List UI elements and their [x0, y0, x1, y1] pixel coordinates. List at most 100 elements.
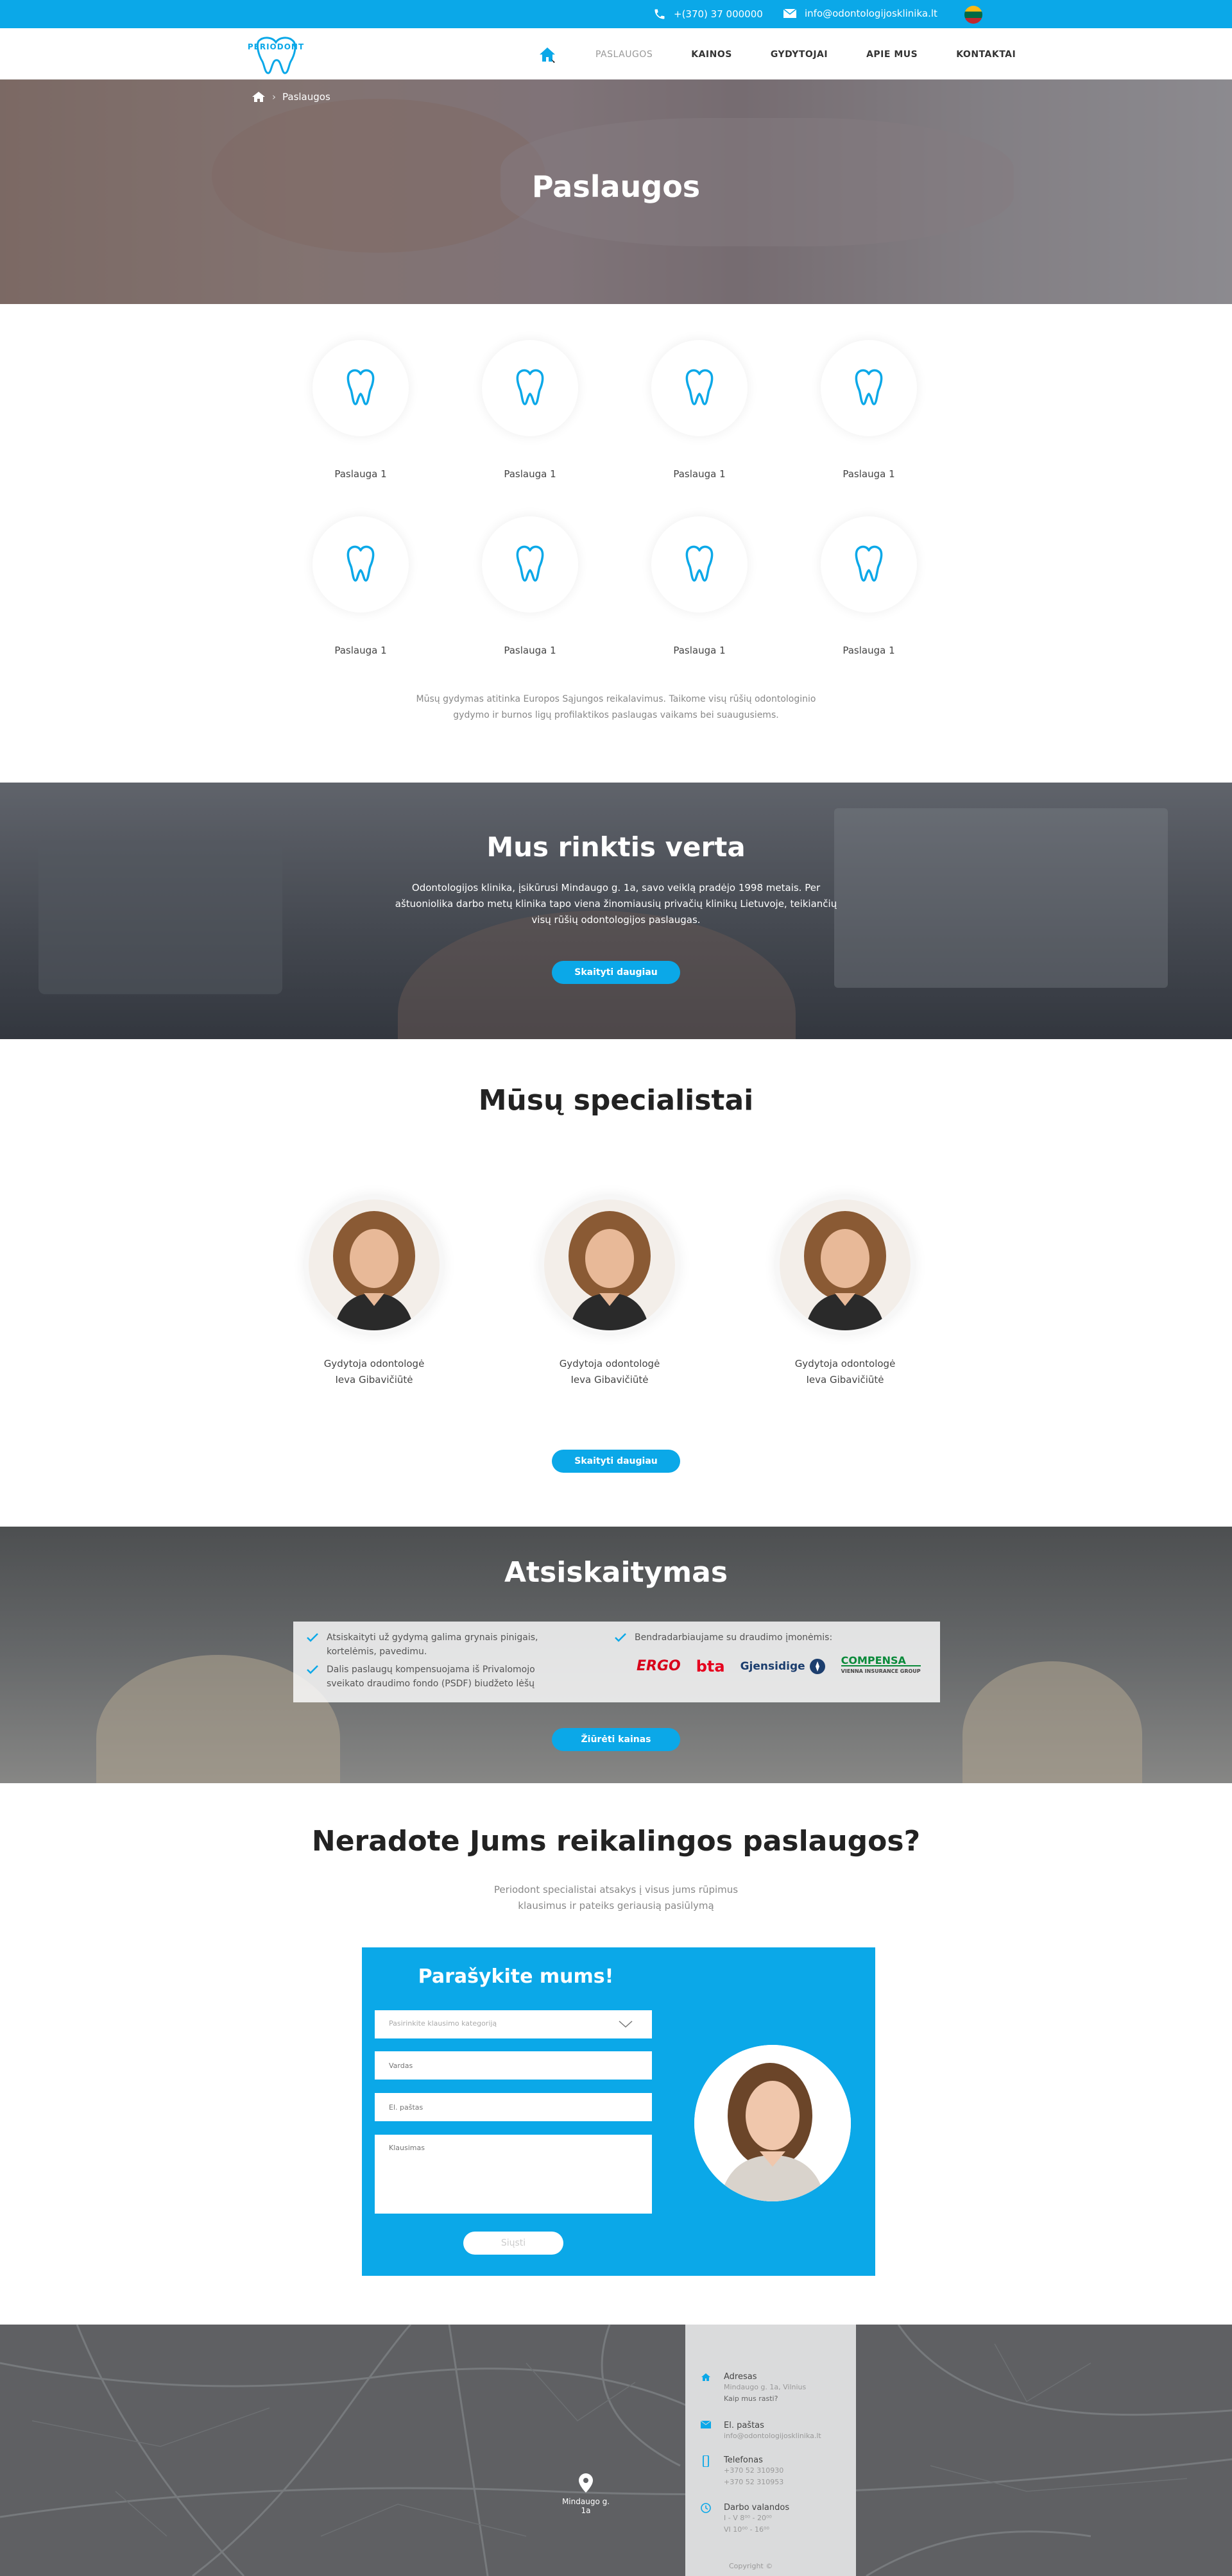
service-card[interactable]: Paslauga 1	[479, 516, 581, 656]
breadcrumb: › Paslaugos	[252, 91, 330, 103]
ergo-logo[interactable]: ERGO	[637, 1658, 681, 1674]
specialist-role: Gydytoja odontologė	[323, 1358, 425, 1369]
service-label: Paslauga 1	[504, 468, 556, 480]
email-field[interactable]	[375, 2093, 652, 2121]
service-card[interactable]: Paslauga 1	[817, 340, 920, 480]
specialist-fullname: Ieva Gibavičiūtė	[335, 1374, 413, 1385]
breadcrumb-current: Paslaugos	[282, 91, 330, 103]
service-card[interactable]: Paslauga 1	[648, 516, 751, 656]
contact-info-panel: Adresas Mindaugo g. 1a, Vilnius Kaip mus r…	[685, 2325, 856, 2576]
payment-item-text: Dalis paslaugų kompensuojama iš Privalom…	[327, 1665, 535, 1689]
tooth-icon	[346, 369, 375, 405]
nav-item-paslaugos[interactable]: PASLAUGOS	[595, 49, 653, 60]
tooth-icon	[855, 545, 883, 582]
service-icon-circle	[651, 516, 748, 613]
info-title: Darbo valandos	[724, 2503, 790, 2512]
logo[interactable]: PERIODONT	[247, 35, 305, 76]
service-label: Paslauga 1	[504, 645, 556, 656]
specialist-card[interactable]: Gydytoja odontologė Ieva Gibavičiūtė	[768, 1194, 922, 1388]
service-icon-circle	[651, 340, 748, 436]
top-email[interactable]: info@odontologijosklinika.lt	[783, 8, 937, 19]
nav-item-gydytojai[interactable]: GYDYTOJAI	[771, 49, 828, 60]
info-title: Telefonas	[724, 2455, 763, 2465]
payment-item: Bendradarbiaujame su draudimo įmonėmis:	[614, 1631, 922, 1645]
map-pin[interactable]: Mindaugo g. 1a	[557, 2473, 615, 2515]
contact-subtitle: Periodont specialistai atsakys į visus j…	[493, 1884, 739, 1911]
check-icon	[307, 1665, 318, 1674]
service-card[interactable]: Paslauga 1	[309, 516, 412, 656]
gjensidige-emblem-icon	[809, 1658, 825, 1674]
consultant-portrait-icon	[694, 2045, 851, 2201]
hero-banner: › Paslaugos Paslaugos	[0, 80, 1232, 304]
map-pin-label: Mindaugo g. 1a	[561, 2497, 610, 2515]
compensa-text: COMPENSA	[841, 1654, 906, 1666]
why-read-more-button[interactable]: Skaityti daugiau	[552, 961, 680, 984]
map-roads	[0, 2325, 1232, 2576]
service-card[interactable]: Paslauga 1	[648, 340, 751, 480]
logo-text: PERIODONT	[247, 42, 305, 51]
info-title: El. paštas	[724, 2421, 764, 2430]
location-map[interactable]: Mindaugo g. 1a Adresas Mindaugo g. 1a, Vi…	[0, 2325, 1232, 2576]
payment-item: Dalis paslaugų kompensuojama iš Privalom…	[306, 1663, 550, 1691]
info-value: VI 10⁰⁰ - 16⁰⁰	[724, 2525, 769, 2534]
mobile-phone-icon	[703, 2455, 709, 2467]
insurer-logos: ERGO bta Gjensidige COMPENSA VIENNA INSU…	[637, 1656, 921, 1676]
specialist-photo	[774, 1194, 916, 1335]
specialists-read-more-button[interactable]: Skaityti daugiau	[552, 1450, 680, 1473]
contact-form: Parašykite mums! Pasirinkite klausimo ka…	[362, 1947, 875, 2276]
gjensidige-text: Gjensidige	[740, 1659, 805, 1673]
service-card[interactable]: Paslauga 1	[479, 340, 581, 480]
copyright: Copyright ©	[729, 2562, 773, 2570]
tooth-icon	[516, 545, 544, 582]
service-label: Paslauga 1	[334, 645, 387, 656]
service-label: Paslauga 1	[843, 468, 895, 480]
page-title: Paslaugos	[531, 169, 701, 204]
check-icon	[615, 1633, 626, 1642]
payment-title: Atsiskaitymas	[504, 1556, 728, 1589]
why-text: Odontologijos klinika, įsikūrusi Mindaug…	[395, 882, 837, 926]
info-value[interactable]: +370 52 310930	[724, 2465, 783, 2477]
message-field[interactable]	[375, 2135, 652, 2214]
service-card[interactable]: Paslauga 1	[309, 340, 412, 480]
info-email: El. paštas info@odontologijosklinika.lt	[701, 2421, 821, 2442]
service-label: Paslauga 1	[843, 645, 895, 656]
payment-info-box: Atsiskaityti už gydymą galima grynais pi…	[293, 1622, 940, 1702]
service-icon-circle	[312, 516, 409, 613]
home-icon[interactable]	[538, 45, 557, 64]
payment-item-text: Bendradarbiaujame su draudimo įmonėmis:	[635, 1632, 833, 1643]
main-navigation: PERIODONT PASLAUGOS KAINOS GYDYTOJAI API…	[0, 28, 1232, 80]
compensa-logo[interactable]: COMPENSA VIENNA INSURANCE GROUP	[841, 1656, 921, 1676]
email-text: info@odontologijosklinika.lt	[805, 8, 937, 19]
service-label: Paslauga 1	[673, 468, 726, 480]
home-icon[interactable]	[252, 91, 266, 103]
gjensidige-logo[interactable]: Gjensidige	[740, 1658, 826, 1675]
specialist-card[interactable]: Gydytoja odontologė Ieva Gibavičiūtė	[297, 1194, 451, 1388]
service-card[interactable]: Paslauga 1	[817, 516, 920, 656]
info-value[interactable]: info@odontologijosklinika.lt	[724, 2430, 821, 2442]
specialist-photo	[304, 1194, 445, 1335]
why-choose-section: Mus rinktis verta Odontologijos klinika,…	[0, 783, 1232, 1039]
language-flag-icon[interactable]	[964, 6, 982, 24]
payment-item-text: Atsiskaityti už gydymą galima grynais pi…	[327, 1632, 538, 1657]
nav-item-apie-mus[interactable]: APIE MUS	[866, 49, 918, 60]
specialist-name: Gydytoja odontologė Ieva Gibavičiūtė	[533, 1356, 687, 1388]
view-prices-button[interactable]: Žiūrėti kainas	[552, 1728, 680, 1751]
category-select[interactable]: Pasirinkite klausimo kategoriją	[375, 2010, 652, 2038]
nav-item-kontaktai[interactable]: KONTAKTAI	[956, 49, 1016, 60]
payment-section: Atsiskaitymas Atsiskaityti už gydymą gal…	[0, 1527, 1232, 1783]
tooth-logo-icon	[256, 37, 296, 74]
tooth-icon	[516, 369, 544, 405]
info-title: Adresas	[724, 2372, 757, 2382]
info-value[interactable]: +370 52 310953	[724, 2477, 783, 2488]
specialists-title: Mūsų specialistai	[478, 1084, 754, 1117]
service-icon-circle	[482, 340, 578, 436]
directions-link[interactable]: Kaip mus rasti?	[724, 2393, 806, 2405]
phone-text: +(370) 37 000000	[674, 8, 763, 20]
bta-logo[interactable]: bta	[696, 1657, 725, 1675]
send-button[interactable]: Siųsti	[463, 2232, 563, 2255]
specialist-card[interactable]: Gydytoja odontologė Ieva Gibavičiūtė	[533, 1194, 687, 1388]
nav-item-kainos[interactable]: KAINOS	[691, 49, 732, 60]
tooth-icon	[346, 545, 375, 582]
top-phone[interactable]: +(370) 37 000000	[653, 8, 763, 21]
name-field[interactable]	[375, 2051, 652, 2080]
